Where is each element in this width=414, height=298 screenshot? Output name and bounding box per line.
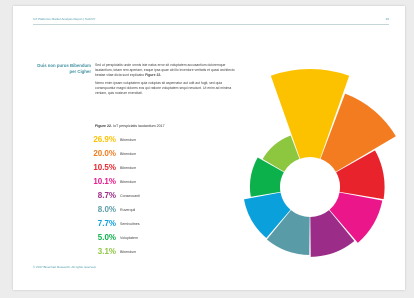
report-page: IoT Platforms Market Analysis Report | T… [13,6,405,290]
radial-pie-chart [243,69,396,257]
